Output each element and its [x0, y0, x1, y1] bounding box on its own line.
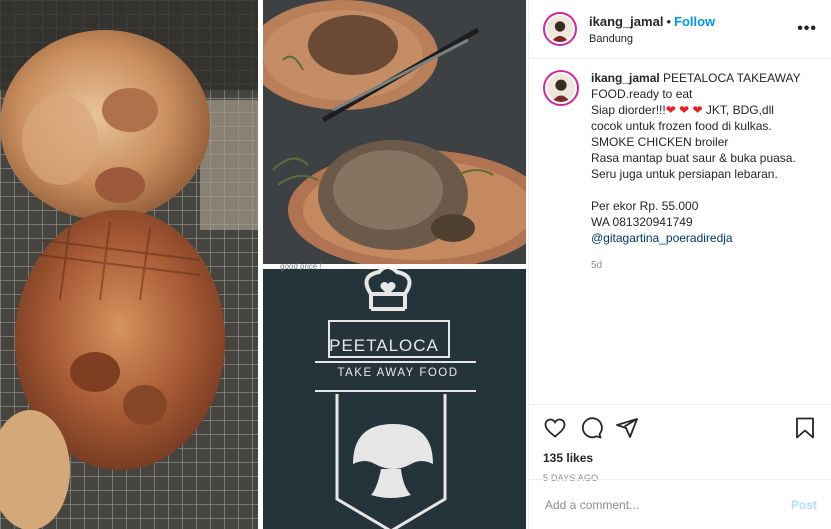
post-media[interactable]: good price ! PEETALOCA TAKE AWAY FOOD	[0, 0, 528, 529]
caption-line-2: FOOD.ready to eat	[591, 87, 693, 101]
heart-icon[interactable]	[543, 416, 567, 440]
more-options-icon[interactable]: •••	[797, 20, 817, 38]
bookmark-icon[interactable]	[793, 416, 817, 440]
location-link[interactable]: Bandung	[589, 33, 715, 45]
follow-button[interactable]: Follow	[674, 14, 715, 29]
caption-line-5: SMOKE CHICKEN broiler	[591, 135, 729, 149]
caption-line-3: Siap diorder!!!	[591, 103, 666, 117]
logo-title: PEETALOCA	[329, 336, 439, 355]
post-actions: 135 likes 5 DAYS AGO	[529, 404, 831, 483]
peetaloca-logo-panel	[263, 269, 526, 529]
share-icon[interactable]	[615, 416, 639, 440]
photo-smoked-chicken-grill	[0, 0, 258, 529]
caption-line-3-suffix: JKT, BDG,dll	[702, 103, 774, 117]
logo-subtitle: TAKE AWAY FOOD	[337, 367, 459, 379]
caption-line-9: WA 081320941749	[591, 215, 693, 229]
avatar[interactable]	[543, 12, 577, 46]
comment-icon[interactable]	[579, 416, 603, 440]
caption-username-link[interactable]: ikang_jamal	[591, 71, 660, 85]
mention-link[interactable]: @gitagartina_poeradiredja	[591, 230, 801, 246]
likes-count[interactable]: 135 likes	[543, 451, 817, 465]
action-icons	[543, 413, 817, 443]
post-header: ikang_jamal • Follow Bandung •••	[529, 0, 831, 59]
caption-line-8: Per ekor Rp. 55.000	[591, 199, 699, 213]
heart-emoji-icons: ❤ ❤ ❤	[665, 103, 703, 117]
comment-input[interactable]	[545, 497, 791, 512]
caption-text: ikang_jamal PEETALOCA TAKEAWAY FOOD.read…	[591, 70, 801, 274]
caption-avatar[interactable]	[543, 70, 579, 106]
image-watermark: good price !	[280, 262, 322, 271]
caption-line-7: Seru juga untuk persiapan lebaran.	[591, 167, 778, 181]
separator-dot: •	[666, 14, 671, 29]
username-link[interactable]: ikang_jamal	[589, 14, 663, 29]
header-text: ikang_jamal • Follow Bandung	[589, 13, 715, 45]
caption-timestamp[interactable]: 5d	[591, 258, 801, 274]
comment-box: Post	[529, 479, 831, 529]
photo-plated-chicken	[263, 0, 526, 264]
post-comment-button[interactable]: Post	[791, 498, 817, 512]
caption-line-6: Rasa mantap buat saur & buka puasa.	[591, 151, 796, 165]
caption-line-4: cocok untuk frozen food di kulkas.	[591, 119, 772, 133]
caption-line-1: PEETALOCA TAKEAWAY	[663, 71, 801, 85]
post-caption: ikang_jamal PEETALOCA TAKEAWAY FOOD.read…	[543, 70, 821, 274]
post-sidebar: ikang_jamal • Follow Bandung ••• ikang_jam…	[528, 0, 831, 529]
